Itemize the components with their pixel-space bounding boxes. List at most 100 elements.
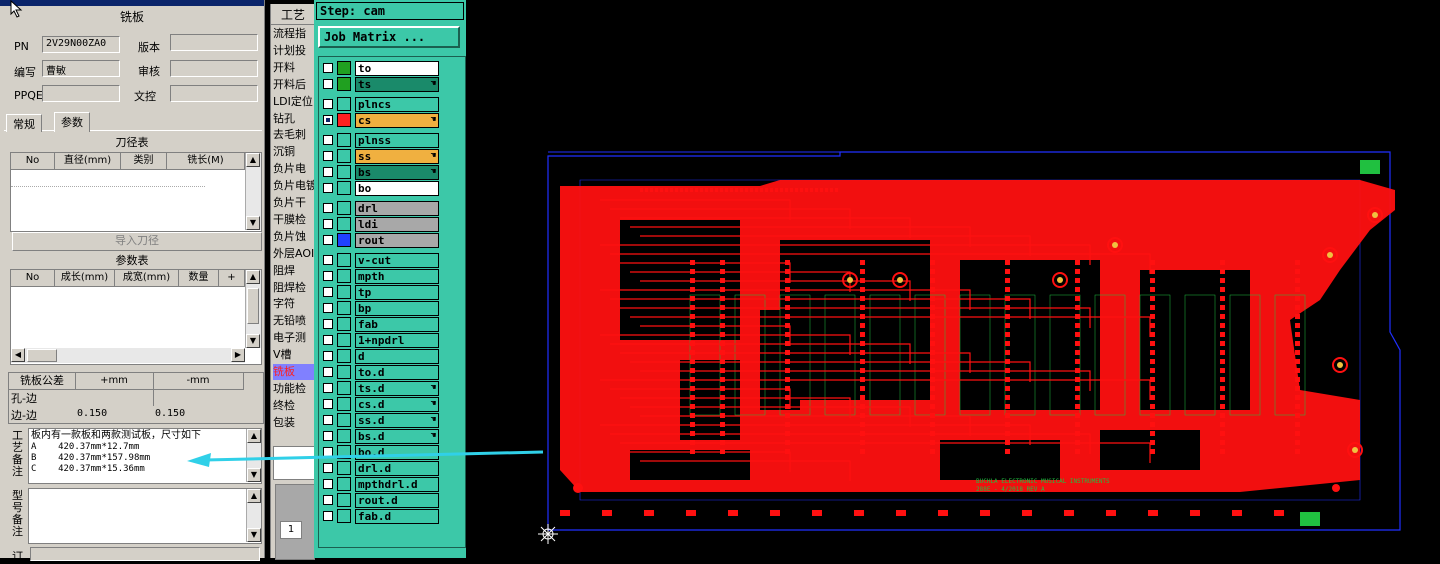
author-field[interactable]: 曹敏 — [42, 60, 120, 77]
layer-color-swatch[interactable] — [337, 477, 351, 491]
param-col-width[interactable]: 成宽(mm) — [115, 270, 179, 287]
layer-name[interactable]: mpthdrl.d — [355, 477, 439, 492]
process-item[interactable]: LDI定位 — [273, 94, 315, 110]
tol-hole-edge-minus[interactable] — [153, 390, 243, 406]
layer-color-swatch[interactable] — [337, 285, 351, 299]
process-item[interactable]: 无铅喷 — [273, 313, 315, 329]
layer-color-swatch[interactable] — [337, 429, 351, 443]
layer-color-swatch[interactable] — [337, 61, 351, 75]
layer-color-swatch[interactable] — [337, 301, 351, 315]
layer-name[interactable]: fab — [355, 317, 439, 332]
scroll-up-icon[interactable]: ▲ — [246, 153, 260, 167]
process-item[interactable]: 电子测 — [273, 330, 315, 346]
layer-row-plncs[interactable]: plncs — [321, 97, 461, 112]
layer-row-mpth[interactable]: mpth — [321, 269, 461, 284]
layer-checkbox[interactable] — [323, 151, 333, 161]
layer-checkbox[interactable] — [323, 135, 333, 145]
layer-name[interactable]: bs.d ☚ — [355, 429, 439, 444]
param-table-vscroll[interactable]: ▲ ▼ — [245, 270, 261, 348]
tool-table[interactable]: No 直径(mm) 类别 铣长(M) ▲ ▼ — [10, 152, 262, 232]
scroll-up-icon[interactable]: ▲ — [247, 489, 261, 503]
layer-checkbox[interactable] — [323, 335, 333, 345]
layer-row-d[interactable]: d — [321, 349, 461, 364]
layer-checkbox[interactable] — [323, 495, 333, 505]
layer-color-swatch[interactable] — [337, 165, 351, 179]
layer-list[interactable]: to ts ☚ plncs cs ☚ plnss ss ☚ bs ☚ bo drl ldi rout v-cu… — [318, 56, 466, 548]
layer-row-ldi[interactable]: ldi — [321, 217, 461, 232]
process-item[interactable]: 流程指 — [273, 26, 315, 42]
layer-checkbox[interactable] — [323, 303, 333, 313]
layer-name[interactable]: bp — [355, 301, 439, 316]
layer-row-drl[interactable]: drl — [321, 201, 461, 216]
layer-color-swatch[interactable] — [337, 97, 351, 111]
layer-row-rout[interactable]: rout — [321, 233, 461, 248]
tab-parameters[interactable]: 参数 — [54, 112, 90, 132]
tool-col-length[interactable]: 铣长(M) — [167, 153, 245, 170]
layer-color-swatch[interactable] — [337, 509, 351, 523]
layer-checkbox[interactable] — [323, 271, 333, 281]
tab-general[interactable]: 常规 — [6, 114, 42, 132]
layer-name[interactable]: plnss — [355, 133, 439, 148]
layer-name[interactable]: cs ☚ — [355, 113, 439, 128]
layer-checkbox[interactable] — [323, 399, 333, 409]
layer-name[interactable]: bo — [355, 181, 439, 196]
ppqe-field[interactable] — [42, 85, 120, 102]
layer-name[interactable]: mpth — [355, 269, 439, 284]
process-item[interactable]: 负片蚀 — [273, 229, 315, 245]
layer-color-swatch[interactable] — [337, 317, 351, 331]
layer-checkbox[interactable] — [323, 115, 333, 125]
layer-checkbox[interactable] — [323, 235, 333, 245]
layer-row-v-cut[interactable]: v-cut — [321, 253, 461, 268]
process-item[interactable]: 负片电 — [273, 161, 315, 177]
process-item[interactable]: 负片干 — [273, 195, 315, 211]
layer-color-swatch[interactable] — [337, 233, 351, 247]
param-col-qty[interactable]: 数量 — [179, 270, 219, 287]
process-item[interactable]: 字符 — [273, 296, 315, 312]
tolerance-table[interactable]: 铣板公差 +mm -mm 孔-边 边-边 0.150 0.150 — [8, 372, 264, 424]
layer-checkbox[interactable] — [323, 255, 333, 265]
layer-row-cs-d[interactable]: cs.d ☚ — [321, 397, 461, 412]
layer-name[interactable]: plncs — [355, 97, 439, 112]
layer-row-bs[interactable]: bs ☚ — [321, 165, 461, 180]
process-item[interactable]: 阻焊 — [273, 263, 315, 279]
process-item[interactable]: 终检 — [273, 398, 315, 414]
tol-edge-edge-minus[interactable]: 0.150 — [155, 408, 185, 419]
layer-color-swatch[interactable] — [337, 365, 351, 379]
layer-checkbox[interactable] — [323, 319, 333, 329]
tool-col-no[interactable]: No — [11, 153, 55, 170]
layer-row-plnss[interactable]: plnss — [321, 133, 461, 148]
layer-checkbox[interactable] — [323, 79, 333, 89]
scroll-thumb[interactable] — [27, 349, 57, 362]
layer-name[interactable]: cs.d ☚ — [355, 397, 439, 412]
layer-name[interactable]: ldi — [355, 217, 439, 232]
layer-checkbox[interactable] — [323, 351, 333, 361]
layer-color-swatch[interactable] — [337, 333, 351, 347]
process-item[interactable]: 负片电镀 — [273, 178, 315, 194]
layer-color-swatch[interactable] — [337, 413, 351, 427]
layer-checkbox[interactable] — [323, 219, 333, 229]
process-item[interactable]: 计划投 — [273, 43, 315, 59]
bottom-field[interactable] — [30, 547, 260, 561]
process-item[interactable]: V槽 — [273, 347, 315, 363]
layer-checkbox[interactable] — [323, 415, 333, 425]
layer-checkbox[interactable] — [323, 511, 333, 521]
layer-name[interactable]: rout.d — [355, 493, 439, 508]
process-item[interactable]: 包装 — [273, 415, 315, 431]
layer-checkbox[interactable] — [323, 479, 333, 489]
import-tools-button[interactable]: 导入刀径 — [12, 232, 262, 251]
job-matrix-button[interactable]: Job Matrix ... — [318, 26, 460, 48]
layer-row-fab-d[interactable]: fab.d — [321, 509, 461, 524]
layer-color-swatch[interactable] — [337, 77, 351, 91]
layer-color-swatch[interactable] — [337, 253, 351, 267]
scroll-up-icon[interactable]: ▲ — [247, 429, 261, 443]
layer-checkbox[interactable] — [323, 367, 333, 377]
layer-row-fab[interactable]: fab — [321, 317, 461, 332]
layer-row-1-npdrl[interactable]: 1+npdrl — [321, 333, 461, 348]
layer-name[interactable]: bs ☚ — [355, 165, 439, 180]
param-col-no[interactable]: No — [11, 270, 55, 287]
layer-name[interactable]: to — [355, 61, 439, 76]
scroll-up-icon[interactable]: ▲ — [246, 270, 260, 284]
layer-checkbox[interactable] — [323, 431, 333, 441]
layer-name[interactable]: tp — [355, 285, 439, 300]
model-note-scrollbar[interactable]: ▲ ▼ — [246, 489, 261, 542]
